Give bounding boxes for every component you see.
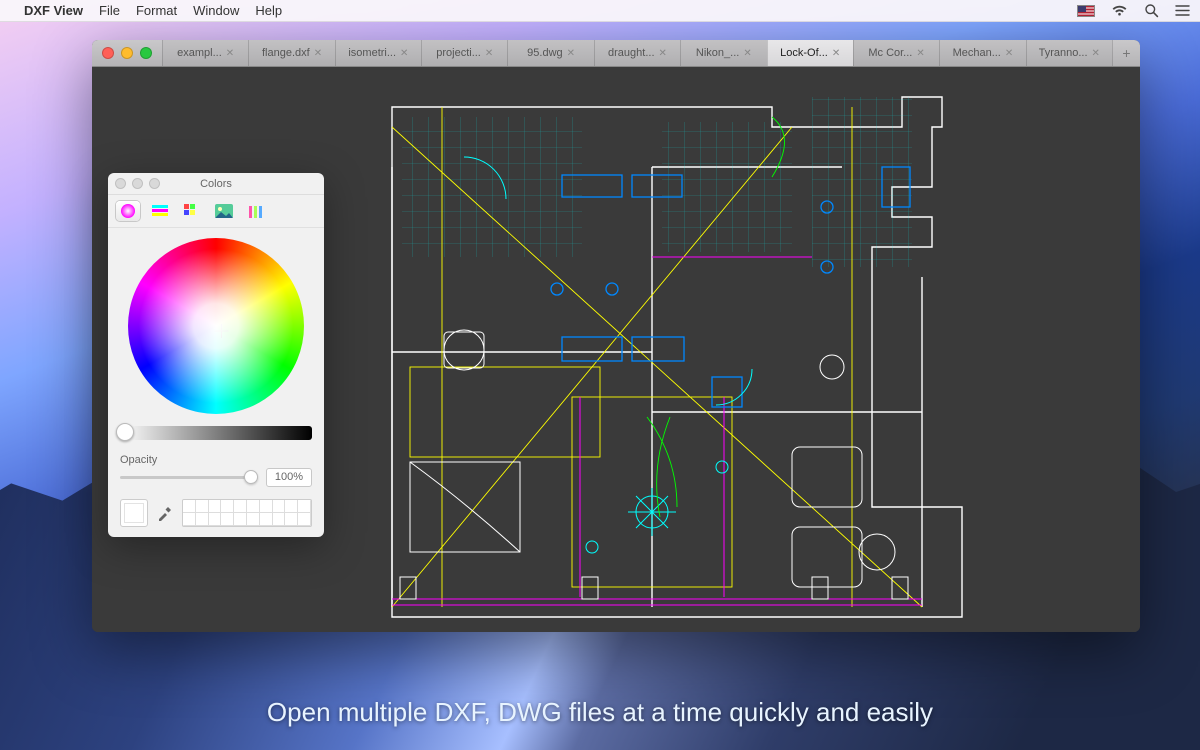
current-color-swatch[interactable]	[120, 499, 148, 527]
opacity-value-field[interactable]: 100%	[266, 468, 312, 487]
marketing-caption: Open multiple DXF, DWG files at a time q…	[0, 697, 1200, 728]
close-tab-icon[interactable]: ✕	[832, 48, 840, 59]
swatch-grid[interactable]	[182, 499, 312, 527]
document-tab[interactable]: exampl... ✕	[162, 40, 248, 66]
colors-panel[interactable]: Colors Opacity 100%	[108, 173, 324, 537]
menu-help[interactable]: Help	[255, 3, 282, 18]
close-tab-icon[interactable]: ✕	[485, 48, 493, 59]
panel-zoom-button[interactable]	[149, 178, 160, 189]
colors-panel-titlebar[interactable]: Colors	[108, 173, 324, 195]
spotlight-icon[interactable]	[1144, 3, 1159, 18]
tab-label: isometri...	[348, 47, 396, 59]
document-tab[interactable]: Mc Cor... ✕	[853, 40, 939, 66]
tab-label: Mechan...	[953, 47, 1001, 59]
window-zoom-button[interactable]	[140, 47, 152, 59]
close-tab-icon[interactable]: ✕	[400, 48, 408, 59]
document-tab[interactable]: flange.dxf ✕	[248, 40, 334, 66]
crayons-mode-icon[interactable]	[244, 201, 268, 221]
window-close-button[interactable]	[102, 47, 114, 59]
colors-panel-title: Colors	[200, 178, 232, 190]
opacity-label: Opacity	[120, 454, 312, 466]
close-tab-icon[interactable]: ✕	[743, 48, 751, 59]
close-tab-icon[interactable]: ✕	[1092, 48, 1100, 59]
tab-label: projecti...	[436, 47, 481, 59]
window-minimize-button[interactable]	[121, 47, 133, 59]
close-tab-icon[interactable]: ✕	[659, 48, 667, 59]
color-mode-toolbar	[108, 195, 324, 228]
tab-bar: exampl...✕flange.dxf✕isometri...✕project…	[92, 40, 1140, 67]
document-tab[interactable]: 95.dwg ✕	[507, 40, 593, 66]
menu-format[interactable]: Format	[136, 3, 177, 18]
close-tab-icon[interactable]: ✕	[314, 48, 322, 59]
brightness-slider[interactable]	[120, 426, 312, 440]
document-tab[interactable]: Lock-Of... ✕	[767, 40, 853, 66]
document-tab[interactable]: isometri... ✕	[335, 40, 421, 66]
tab-label: 95.dwg	[527, 47, 562, 59]
document-tab[interactable]: Nikon_... ✕	[680, 40, 766, 66]
menu-window[interactable]: Window	[193, 3, 239, 18]
wifi-icon[interactable]	[1111, 4, 1128, 17]
tab-label: flange.dxf	[262, 47, 310, 59]
close-tab-icon[interactable]: ✕	[916, 48, 924, 59]
tab-label: Tyranno...	[1039, 47, 1088, 59]
close-tab-icon[interactable]: ✕	[567, 48, 575, 59]
color-wheel[interactable]	[128, 238, 304, 414]
document-tab[interactable]: draught... ✕	[594, 40, 680, 66]
tab-label: draught...	[608, 47, 654, 59]
image-palettes-mode-icon[interactable]	[212, 201, 236, 221]
document-tab[interactable]: projecti... ✕	[421, 40, 507, 66]
document-tab[interactable]: Tyranno... ✕	[1026, 40, 1112, 66]
color-sliders-mode-icon[interactable]	[148, 201, 172, 221]
tab-label: Mc Cor...	[868, 47, 912, 59]
document-tab[interactable]: Mechan... ✕	[939, 40, 1025, 66]
app-name[interactable]: DXF View	[24, 3, 83, 18]
new-tab-button[interactable]: +	[1112, 40, 1140, 66]
panel-minimize-button[interactable]	[132, 178, 143, 189]
window-traffic-lights	[92, 40, 162, 66]
opacity-slider[interactable]	[120, 476, 258, 479]
notification-center-icon[interactable]	[1175, 4, 1190, 17]
opacity-knob[interactable]	[244, 470, 258, 484]
menu-file[interactable]: File	[99, 3, 120, 18]
color-wheel-mode-icon[interactable]	[116, 201, 140, 221]
brightness-knob[interactable]	[116, 423, 134, 441]
tab-label: exampl...	[177, 47, 222, 59]
panel-close-button[interactable]	[115, 178, 126, 189]
close-tab-icon[interactable]: ✕	[1005, 48, 1013, 59]
color-palettes-mode-icon[interactable]	[180, 201, 204, 221]
close-tab-icon[interactable]: ✕	[226, 48, 234, 59]
tab-label: Lock-Of...	[780, 47, 828, 59]
tab-label: Nikon_...	[696, 47, 739, 59]
input-source-flag-icon[interactable]	[1077, 5, 1095, 17]
crosshair-icon	[214, 324, 228, 338]
eyedropper-icon[interactable]	[156, 504, 174, 522]
system-menubar: DXF View File Format Window Help	[0, 0, 1200, 22]
